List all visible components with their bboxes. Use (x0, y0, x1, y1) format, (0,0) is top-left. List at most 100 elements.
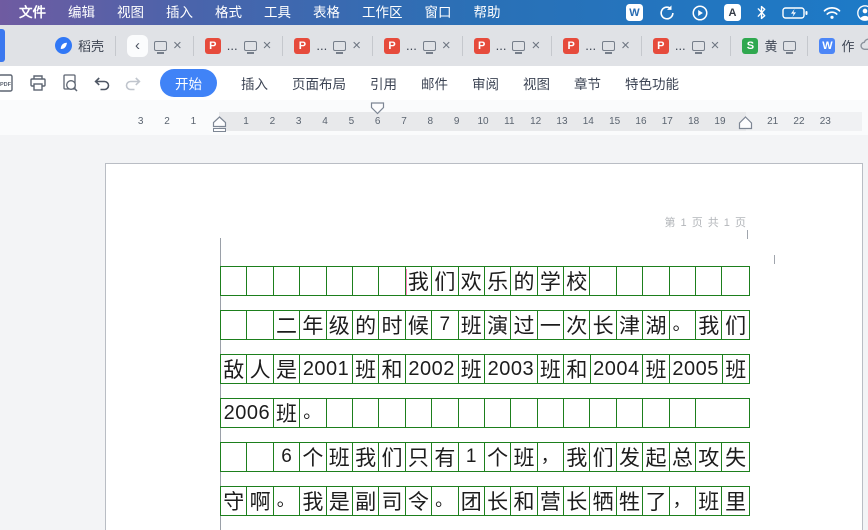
grid-cell[interactable] (379, 399, 406, 427)
menu-item-6[interactable]: 表格 (302, 0, 351, 25)
ribbon-tab-4[interactable]: 邮件 (421, 73, 448, 93)
grid-cell[interactable]: 是 (274, 355, 301, 383)
grid-cell[interactable]: 7 (432, 311, 459, 339)
grid-cell[interactable] (353, 267, 380, 295)
close-tab-icon[interactable]: × (711, 38, 720, 53)
grid-cell[interactable] (538, 399, 565, 427)
grid-cell[interactable]: 人 (247, 355, 274, 383)
grid-cell[interactable]: 牲 (617, 487, 644, 515)
grid-cell[interactable]: 班 (459, 355, 485, 383)
grid-cell[interactable]: 里 (722, 487, 748, 515)
grid-cell[interactable] (247, 267, 274, 295)
grid-cell[interactable]: 次 (564, 311, 591, 339)
grid-cell[interactable] (353, 399, 380, 427)
grid-cell[interactable]: 二 (274, 311, 301, 339)
grid-cell[interactable]: 营 (538, 487, 565, 515)
grid-cell[interactable] (221, 267, 248, 295)
grid-cell[interactable]: 班 (353, 355, 380, 383)
close-tab-icon[interactable]: × (442, 38, 451, 53)
battery-charging-icon[interactable] (782, 6, 808, 20)
grid-cell[interactable]: 年 (300, 311, 327, 339)
menu-item-8[interactable]: 窗口 (414, 0, 463, 25)
grid-cell[interactable]: 津 (617, 311, 644, 339)
grid-cell[interactable]: 2001 (300, 355, 353, 383)
close-tab-icon[interactable]: × (263, 38, 272, 53)
grid-cell[interactable]: 们 (590, 443, 617, 471)
grid-cell[interactable]: 。 (300, 399, 327, 427)
grid-cell[interactable] (617, 267, 644, 295)
grid-cell[interactable]: 班 (723, 355, 749, 383)
grid-cell[interactable] (300, 267, 327, 295)
tab-sheet-8[interactable]: S黄 (733, 25, 805, 66)
tab-docer-0[interactable]: 稻壳 (46, 25, 113, 66)
grid-cell[interactable]: 敌 (221, 355, 248, 383)
grid-cell[interactable]: 一 (538, 311, 565, 339)
undo-icon[interactable] (91, 73, 112, 94)
ribbon-tab-3[interactable]: 引用 (370, 73, 397, 93)
ribbon-tab-8[interactable]: 特色功能 (625, 73, 679, 93)
grid-cell[interactable]: 团 (459, 487, 485, 515)
monitor-share-icon[interactable] (422, 40, 436, 54)
grid-cell[interactable]: 的 (353, 311, 380, 339)
grid-cell[interactable] (670, 399, 697, 427)
grid-cell[interactable]: 班 (327, 443, 353, 471)
document-page[interactable]: 第 1 页 共 1 页 我们欢乐的学校二年级的时候 7 班演过一次长津湖。我们敌人是… (105, 163, 863, 530)
grid-cell[interactable]: 长 (564, 487, 591, 515)
chevron-left-icon[interactable]: ‹ (127, 34, 149, 57)
monitor-share-icon[interactable] (243, 40, 257, 54)
grid-cell[interactable]: 演 (485, 311, 512, 339)
tab-back-1[interactable]: ‹ × (118, 25, 191, 66)
close-tab-icon[interactable]: × (352, 38, 361, 53)
grid-cell[interactable]: 湖 (643, 311, 670, 339)
grid-cell[interactable]: 时 (379, 311, 406, 339)
grid-cell[interactable]: 长 (590, 311, 617, 339)
grid-cell[interactable] (643, 399, 670, 427)
grid-cell[interactable]: 令 (406, 487, 433, 515)
grid-cell[interactable]: 班 (696, 487, 723, 515)
grid-cell[interactable] (590, 267, 617, 295)
grid-cell[interactable]: 级 (327, 311, 353, 339)
grid-cell[interactable] (221, 443, 248, 471)
grid-cell[interactable]: 我 (300, 487, 327, 515)
grid-cell[interactable]: 们 (432, 267, 459, 295)
grid-cell[interactable]: 是 (327, 487, 353, 515)
tab-ppt-3[interactable]: P... × (285, 25, 370, 66)
grid-cell[interactable]: 的 (511, 267, 538, 295)
grid-cell[interactable]: 1 (459, 443, 485, 471)
user-icon[interactable] (856, 4, 868, 22)
grid-cell[interactable] (327, 267, 353, 295)
grid-cell[interactable] (511, 399, 538, 427)
grid-cell[interactable]: 起 (643, 443, 670, 471)
monitor-share-icon[interactable] (602, 40, 616, 54)
tab-ppt-7[interactable]: P... × (644, 25, 729, 66)
grid-cell[interactable]: 乐 (485, 267, 512, 295)
grid-cell[interactable]: 牺 (590, 487, 617, 515)
sync-icon[interactable] (658, 4, 676, 22)
print-icon[interactable] (27, 73, 48, 94)
grid-cell[interactable]: 们 (722, 311, 748, 339)
monitor-share-icon[interactable] (333, 40, 347, 54)
play-icon[interactable] (691, 4, 709, 22)
right-indent-marker[interactable] (738, 116, 753, 135)
grid-cell[interactable]: 。 (670, 311, 697, 339)
monitor-share-icon[interactable] (154, 40, 168, 54)
grid-cell[interactable] (617, 399, 644, 427)
manuscript-grid[interactable]: 我们欢乐的学校二年级的时候 7 班演过一次长津湖。我们敌人是 2001 班和 2002 班 2… (220, 266, 750, 530)
grid-cell[interactable] (274, 267, 301, 295)
grid-cell[interactable] (722, 267, 748, 295)
ribbon-tab-6[interactable]: 视图 (523, 73, 550, 93)
ribbon-tab-7[interactable]: 章节 (574, 73, 601, 93)
document-viewport[interactable]: 第 1 页 共 1 页 我们欢乐的学校二年级的时候 7 班演过一次长津湖。我们敌人是… (0, 135, 868, 530)
grid-cell[interactable]: ， (670, 487, 697, 515)
grid-cell[interactable]: 6 (274, 443, 301, 471)
grid-cell[interactable]: 2004 (591, 355, 644, 383)
grid-cell[interactable] (406, 399, 433, 427)
grid-cell[interactable]: 2002 (406, 355, 459, 383)
grid-cell[interactable]: 和 (564, 355, 591, 383)
grid-cell[interactable]: 们 (379, 443, 406, 471)
horizontal-ruler[interactable]: 3 2 1 1 2 3 4 5 6 7 8 9 10 11 12 13 14 15 16 17 18 19 21 22 23 (0, 100, 868, 135)
grid-cell[interactable] (379, 267, 406, 295)
grid-cell[interactable]: 2005 (670, 355, 723, 383)
tab-ppt-6[interactable]: P... × (554, 25, 639, 66)
grid-cell[interactable]: 总 (670, 443, 697, 471)
